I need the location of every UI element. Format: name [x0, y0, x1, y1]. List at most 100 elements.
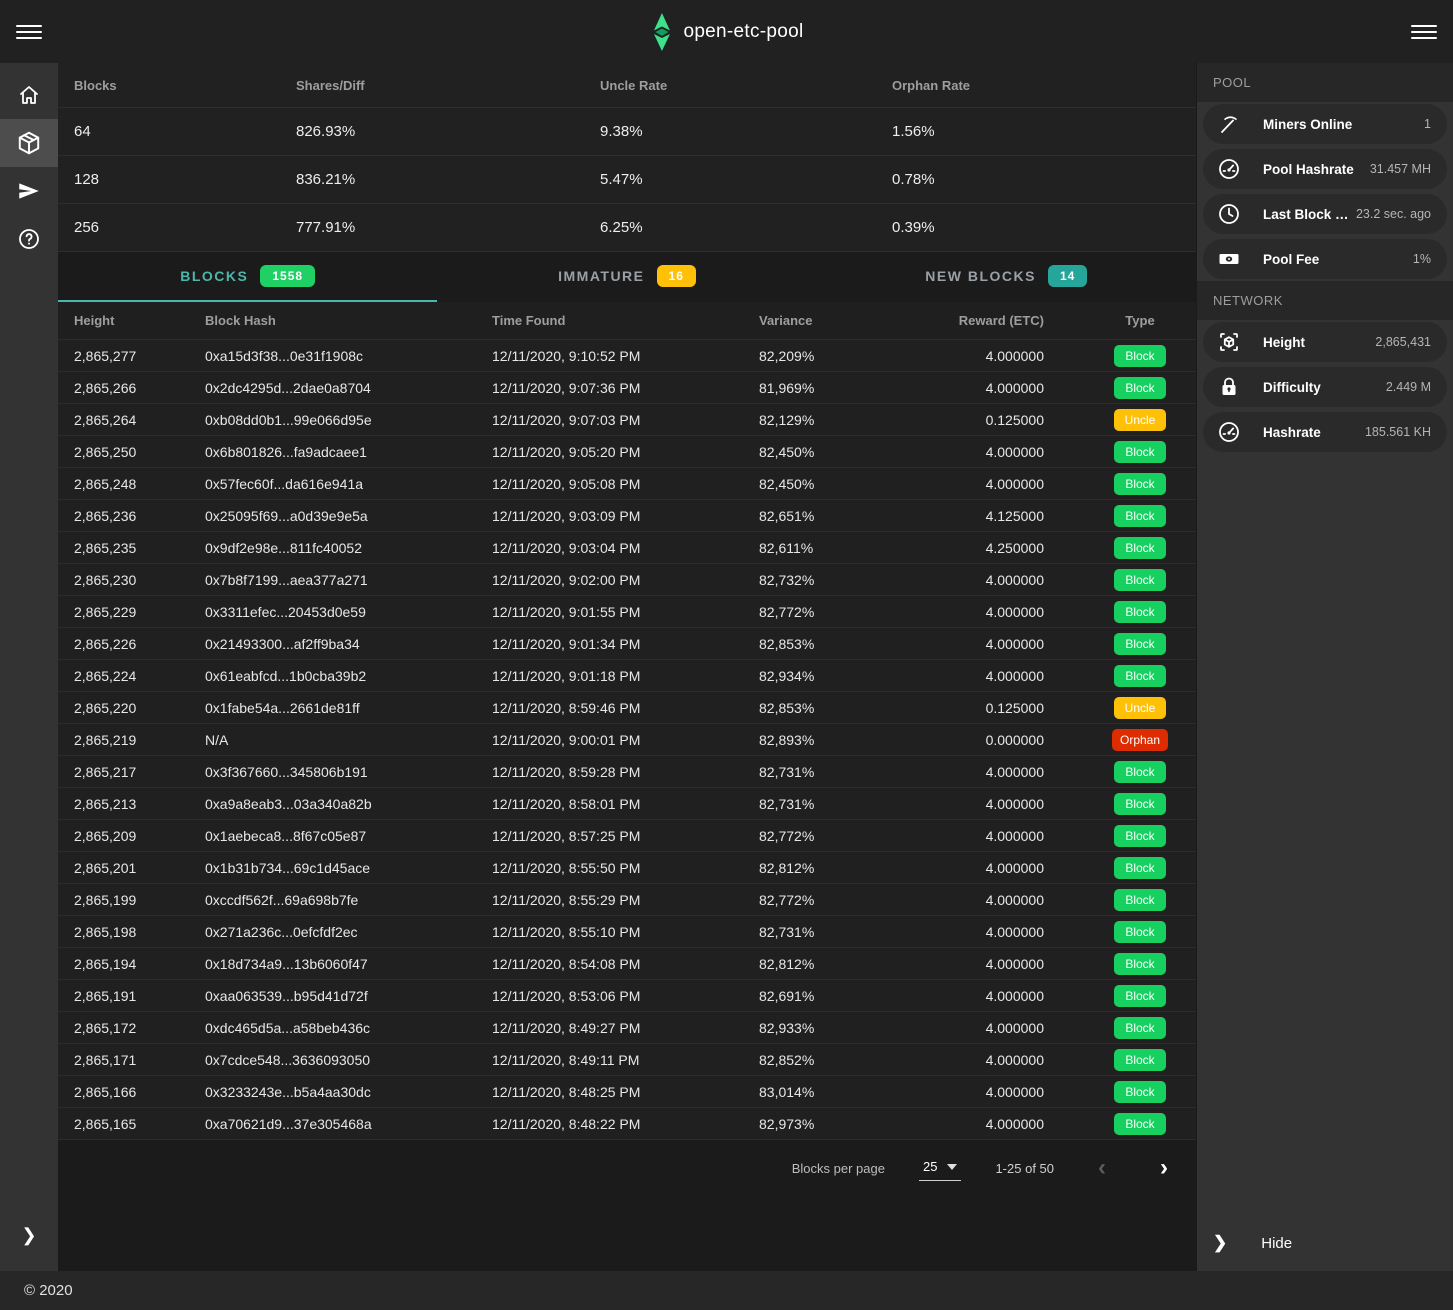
- sidebar-item-blocks[interactable]: [0, 119, 58, 167]
- block-height: 2,865,229: [58, 604, 189, 620]
- block-time-found: 12/11/2020, 9:10:52 PM: [476, 348, 743, 364]
- hide-sidebar-button[interactable]: ❯ Hide: [1197, 1215, 1453, 1271]
- block-variance: 82,129%: [743, 412, 909, 428]
- right-sidebar: POOL Miners Online 1 Pool Hashrate 31.45…: [1196, 63, 1453, 1271]
- block-hash[interactable]: 0xb08dd0b1...99e066d95e: [189, 412, 476, 428]
- block-time-found: 12/11/2020, 9:01:55 PM: [476, 604, 743, 620]
- block-variance: 82,450%: [743, 476, 909, 492]
- block-height: 2,865,264: [58, 412, 189, 428]
- block-type-chip: Block: [1114, 825, 1166, 847]
- block-hash[interactable]: 0xdc465d5a...a58beb436c: [189, 1020, 476, 1036]
- per-page-select[interactable]: 25: [919, 1155, 961, 1181]
- prev-page-button[interactable]: ‹: [1088, 1156, 1116, 1180]
- table-row: 2,865,172 0xdc465d5a...a58beb436c 12/11/…: [58, 1012, 1196, 1044]
- app-title: open-etc-pool: [683, 21, 803, 43]
- stat-value: 23.2 sec. ago: [1350, 207, 1431, 221]
- top-app-bar: open-etc-pool: [0, 0, 1453, 63]
- block-type-chip: Block: [1114, 377, 1166, 399]
- block-type-chip: Block: [1114, 985, 1166, 1007]
- block-time-found: 12/11/2020, 8:58:01 PM: [476, 796, 743, 812]
- block-height: 2,865,201: [58, 860, 189, 876]
- block-time-found: 12/11/2020, 9:05:08 PM: [476, 476, 743, 492]
- block-height: 2,865,277: [58, 348, 189, 364]
- block-time-found: 12/11/2020, 8:55:50 PM: [476, 860, 743, 876]
- block-hash[interactable]: 0xa70621d9...37e305468a: [189, 1116, 476, 1132]
- block-hash[interactable]: 0x3233243e...b5a4aa30dc: [189, 1084, 476, 1100]
- block-type-chip: Block: [1114, 793, 1166, 815]
- block-type-cell: Orphan: [1084, 729, 1196, 751]
- block-hash[interactable]: 0x1b31b734...69c1d45ace: [189, 860, 476, 876]
- block-hash[interactable]: 0x271a236c...0efcfdf2ec: [189, 924, 476, 940]
- tab-blocks[interactable]: BLOCKS 1558: [58, 252, 437, 302]
- block-hash[interactable]: 0x57fec60f...da616e941a: [189, 476, 476, 492]
- block-time-found: 12/11/2020, 8:59:28 PM: [476, 764, 743, 780]
- sidebar-expand-button[interactable]: ❯: [0, 1211, 58, 1259]
- block-type-cell: Block: [1084, 921, 1196, 943]
- sidebar-item-help[interactable]: [0, 215, 58, 263]
- block-variance: 82,772%: [743, 604, 909, 620]
- sidebar-item-home[interactable]: [0, 71, 58, 119]
- tab-new-blocks[interactable]: NEW BLOCKS 14: [817, 252, 1196, 302]
- table-row: 2,865,277 0xa15d3f38...0e31f1908c 12/11/…: [58, 340, 1196, 372]
- block-type-chip: Block: [1114, 569, 1166, 591]
- gauge-icon: [1217, 420, 1241, 444]
- table-row: 2,865,191 0xaa063539...b95d41d72f 12/11/…: [58, 980, 1196, 1012]
- block-hash[interactable]: 0x7b8f7199...aea377a271: [189, 572, 476, 588]
- block-hash[interactable]: 0xaa063539...b95d41d72f: [189, 988, 476, 1004]
- block-hash[interactable]: 0x3311efec...20453d0e59: [189, 604, 476, 620]
- table-row: 2,865,226 0x21493300...af2ff9ba34 12/11/…: [58, 628, 1196, 660]
- block-hash[interactable]: 0x1aebeca8...8f67c05e87: [189, 828, 476, 844]
- tab-label: NEW BLOCKS: [925, 268, 1036, 284]
- block-height: 2,865,226: [58, 636, 189, 652]
- stat-label: Difficulty: [1263, 380, 1321, 395]
- block-hash[interactable]: 0x61eabfcd...1b0cba39b2: [189, 668, 476, 684]
- block-time-found: 12/11/2020, 9:03:04 PM: [476, 540, 743, 556]
- block-hash[interactable]: 0x3f367660...345806b191: [189, 764, 476, 780]
- etc-logo-icon: [649, 12, 673, 52]
- table-row: 2,865,224 0x61eabfcd...1b0cba39b2 12/11/…: [58, 660, 1196, 692]
- block-hash[interactable]: 0x2dc4295d...2dae0a8704: [189, 380, 476, 396]
- block-hash[interactable]: 0xa9a8eab3...03a340a82b: [189, 796, 476, 812]
- block-hash[interactable]: N/A: [189, 732, 476, 748]
- stats-cell: 0.39%: [876, 219, 1196, 236]
- block-reward: 4.000000: [909, 1116, 1084, 1132]
- send-icon: [16, 178, 42, 204]
- block-type-cell: Block: [1084, 537, 1196, 559]
- block-time-found: 12/11/2020, 9:01:34 PM: [476, 636, 743, 652]
- luck-stats-table: BlocksShares/DiffUncle RateOrphan Rate64…: [58, 63, 1196, 252]
- block-hash[interactable]: 0x18d734a9...13b6060f47: [189, 956, 476, 972]
- block-type-chip: Block: [1114, 1081, 1166, 1103]
- block-hash[interactable]: 0x1fabe54a...2661de81ff: [189, 700, 476, 716]
- block-hash[interactable]: 0x6b801826...fa9adcaee1: [189, 444, 476, 460]
- block-hash[interactable]: 0x21493300...af2ff9ba34: [189, 636, 476, 652]
- stats-cell: 6.25%: [584, 219, 876, 236]
- table-row: 2,865,201 0x1b31b734...69c1d45ace 12/11/…: [58, 852, 1196, 884]
- block-type-chip: Block: [1114, 921, 1166, 943]
- block-variance: 82,812%: [743, 956, 909, 972]
- block-type-chip: Block: [1114, 441, 1166, 463]
- network-section-title: NETWORK: [1197, 281, 1453, 320]
- stat-value: 31.457 MH: [1364, 162, 1431, 176]
- stats-header-row: BlocksShares/DiffUncle RateOrphan Rate: [58, 63, 1196, 108]
- block-type-chip: Uncle: [1114, 697, 1166, 719]
- block-hash[interactable]: 0x25095f69...a0d39e9e5a: [189, 508, 476, 524]
- right-menu-icon[interactable]: [1411, 19, 1437, 45]
- tab-immature[interactable]: IMMATURE 16: [437, 252, 816, 302]
- block-hash[interactable]: 0xccdf562f...69a698b7fe: [189, 892, 476, 908]
- block-hash[interactable]: 0xa15d3f38...0e31f1908c: [189, 348, 476, 364]
- block-reward: 4.000000: [909, 1052, 1084, 1068]
- left-menu-icon[interactable]: [16, 19, 42, 45]
- block-type-cell: Block: [1084, 601, 1196, 623]
- block-reward: 4.250000: [909, 540, 1084, 556]
- block-hash[interactable]: 0x9df2e98e...811fc40052: [189, 540, 476, 556]
- sidebar-item-payments[interactable]: [0, 167, 58, 215]
- block-type-chip: Block: [1114, 601, 1166, 623]
- block-reward: 4.000000: [909, 1084, 1084, 1100]
- next-page-button[interactable]: ›: [1150, 1156, 1178, 1180]
- block-hash[interactable]: 0x7cdce548...3636093050: [189, 1052, 476, 1068]
- table-row: 2,865,250 0x6b801826...fa9adcaee1 12/11/…: [58, 436, 1196, 468]
- block-variance: 82,934%: [743, 668, 909, 684]
- table-row: 2,865,248 0x57fec60f...da616e941a 12/11/…: [58, 468, 1196, 500]
- block-variance: 82,812%: [743, 860, 909, 876]
- block-type-cell: Block: [1084, 1049, 1196, 1071]
